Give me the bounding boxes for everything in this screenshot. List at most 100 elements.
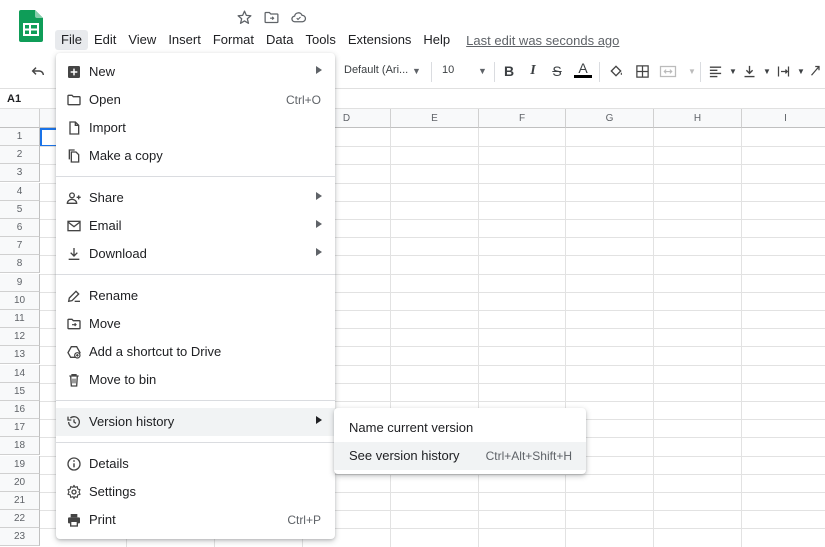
menu-separator bbox=[56, 176, 335, 177]
row-header[interactable]: 20 bbox=[0, 473, 40, 492]
menu-tools[interactable]: Tools bbox=[299, 30, 341, 50]
font-size-select[interactable]: 10 bbox=[442, 64, 454, 76]
submenu-arrow-icon bbox=[316, 192, 322, 200]
row-header[interactable]: 8 bbox=[0, 255, 40, 274]
sheets-logo-icon[interactable] bbox=[19, 10, 43, 42]
spreadsheet-app: File Edit View Insert Format Data Tools … bbox=[0, 0, 825, 547]
row-header[interactable]: 4 bbox=[0, 182, 40, 201]
row-header[interactable]: 21 bbox=[0, 492, 40, 510]
star-icon[interactable] bbox=[236, 9, 253, 26]
row-header[interactable]: 1 bbox=[0, 128, 40, 146]
corner-cell[interactable] bbox=[0, 109, 40, 128]
menu-item-open[interactable]: Open Ctrl+O bbox=[56, 86, 335, 114]
column-header[interactable]: F bbox=[479, 109, 566, 128]
person-add-icon bbox=[66, 190, 82, 206]
row-header[interactable]: 9 bbox=[0, 273, 40, 292]
row-header[interactable]: 12 bbox=[0, 328, 40, 347]
menu-edit[interactable]: Edit bbox=[88, 30, 122, 50]
submenu-item-name-current-version[interactable]: Name current version bbox=[334, 414, 586, 442]
column-header[interactable]: H bbox=[654, 109, 742, 128]
menu-item-label: Settings bbox=[89, 484, 136, 499]
title-actions bbox=[236, 9, 307, 26]
row-header[interactable]: 19 bbox=[0, 455, 40, 474]
shortcut-label: Ctrl+Alt+Shift+H bbox=[485, 449, 572, 463]
merge-cells-icon[interactable] bbox=[659, 62, 677, 80]
menu-item-print[interactable]: Print Ctrl+P bbox=[56, 506, 335, 534]
menu-item-label: Open bbox=[89, 92, 121, 107]
row-header[interactable]: 2 bbox=[0, 146, 40, 165]
menu-item-details[interactable]: Details bbox=[56, 450, 335, 478]
text-color-icon[interactable]: A bbox=[574, 60, 592, 78]
vertical-align-icon[interactable] bbox=[740, 62, 758, 80]
menu-item-email[interactable]: Email bbox=[56, 212, 335, 240]
text-rotation-icon[interactable] bbox=[807, 62, 825, 80]
move-to-folder-icon[interactable] bbox=[263, 9, 280, 26]
menu-format[interactable]: Format bbox=[207, 30, 260, 50]
row-header[interactable]: 13 bbox=[0, 346, 40, 365]
submenu-arrow-icon bbox=[316, 66, 322, 74]
merge-caret-icon[interactable]: ▼ bbox=[683, 62, 701, 80]
cloud-status-icon[interactable] bbox=[290, 9, 307, 26]
row-header[interactable]: 16 bbox=[0, 401, 40, 419]
row-header[interactable]: 10 bbox=[0, 291, 40, 310]
menu-extensions[interactable]: Extensions bbox=[342, 30, 418, 50]
row-header[interactable]: 15 bbox=[0, 382, 40, 401]
row-header[interactable]: 18 bbox=[0, 437, 40, 456]
menu-item-label: Rename bbox=[89, 288, 139, 303]
column-gridline bbox=[741, 128, 742, 547]
row-header[interactable]: 23 bbox=[0, 528, 40, 547]
gear-icon bbox=[66, 484, 82, 500]
menu-item-share[interactable]: Share bbox=[56, 184, 335, 212]
row-header[interactable]: 14 bbox=[0, 364, 40, 383]
menu-separator bbox=[56, 400, 335, 401]
menu-item-settings[interactable]: Settings bbox=[56, 478, 335, 506]
horizontal-align-icon[interactable] bbox=[706, 62, 724, 80]
menu-item-download[interactable]: Download bbox=[56, 240, 335, 268]
row-header[interactable]: 22 bbox=[0, 510, 40, 529]
fill-color-icon[interactable] bbox=[607, 62, 625, 80]
row-header[interactable]: 3 bbox=[0, 164, 40, 183]
text-wrap-icon[interactable] bbox=[774, 62, 792, 80]
menu-item-make-a-copy[interactable]: Make a copy bbox=[56, 142, 335, 170]
row-header[interactable]: 5 bbox=[0, 200, 40, 219]
menu-item-label: New bbox=[89, 64, 116, 79]
last-edit-link[interactable]: Last edit was seconds ago bbox=[466, 33, 619, 48]
menu-item-add-shortcut[interactable]: Add a shortcut to Drive bbox=[56, 338, 335, 366]
menu-item-import[interactable]: Import bbox=[56, 114, 335, 142]
menu-item-rename[interactable]: Rename bbox=[56, 282, 335, 310]
trash-icon bbox=[66, 372, 82, 388]
menu-insert[interactable]: Insert bbox=[162, 30, 207, 50]
row-header[interactable]: 7 bbox=[0, 237, 40, 256]
menu-data[interactable]: Data bbox=[260, 30, 299, 50]
italic-icon[interactable]: I bbox=[524, 62, 542, 80]
submenu-arrow-icon bbox=[316, 248, 322, 256]
menu-file[interactable]: File bbox=[55, 30, 88, 50]
submenu-item-see-version-history[interactable]: See version history Ctrl+Alt+Shift+H bbox=[334, 442, 586, 470]
column-header[interactable]: E bbox=[391, 109, 479, 128]
row-header[interactable]: 17 bbox=[0, 419, 40, 438]
undo-icon[interactable] bbox=[30, 63, 46, 79]
row-header[interactable]: 11 bbox=[0, 310, 40, 328]
menu-item-move-to-bin[interactable]: Move to bin bbox=[56, 366, 335, 394]
menu-item-version-history[interactable]: Version history bbox=[56, 408, 335, 436]
font-caret-icon[interactable]: ▼ bbox=[412, 66, 421, 76]
menu-item-label: Add a shortcut to Drive bbox=[89, 344, 222, 359]
folder-icon bbox=[66, 92, 82, 108]
strikethrough-icon[interactable]: S bbox=[548, 62, 566, 80]
menu-item-move[interactable]: Move bbox=[56, 310, 335, 338]
rename-icon bbox=[66, 288, 82, 304]
menu-help[interactable]: Help bbox=[417, 30, 456, 50]
name-box[interactable]: A1 bbox=[7, 93, 21, 105]
menu-item-label: Version history bbox=[89, 414, 175, 429]
column-header[interactable]: I bbox=[742, 109, 825, 128]
bold-icon[interactable]: B bbox=[500, 62, 518, 80]
font-size-caret-icon[interactable]: ▼ bbox=[478, 66, 487, 76]
borders-icon[interactable] bbox=[633, 62, 651, 80]
menu-item-label: Make a copy bbox=[89, 148, 163, 163]
menu-item-label: Download bbox=[89, 246, 147, 261]
row-header[interactable]: 6 bbox=[0, 219, 40, 237]
font-family-select[interactable]: Default (Ari... bbox=[344, 64, 408, 76]
menu-view[interactable]: View bbox=[122, 30, 162, 50]
column-header[interactable]: G bbox=[566, 109, 654, 128]
menu-item-new[interactable]: New bbox=[56, 58, 335, 86]
